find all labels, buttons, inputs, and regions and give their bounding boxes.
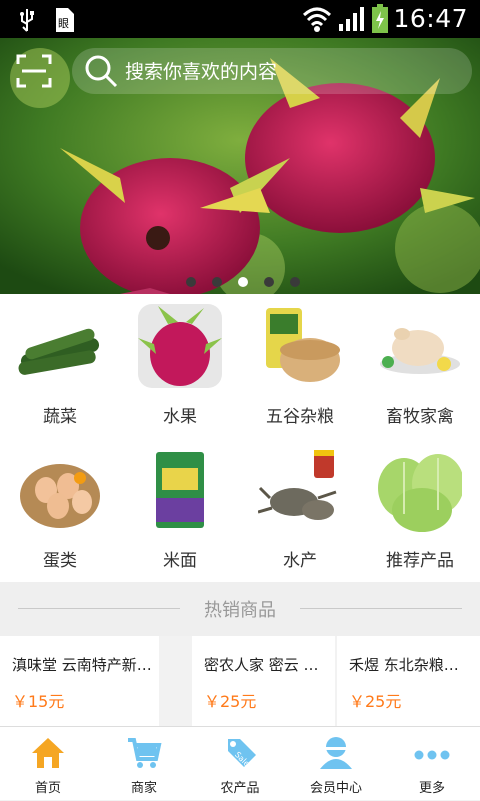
carousel-dot[interactable] — [290, 277, 300, 287]
product-price: ￥15元 — [12, 692, 65, 711]
category-recommended[interactable]: 推荐产品 — [360, 438, 480, 582]
battery-icon — [372, 4, 388, 33]
category-label: 推荐产品 — [386, 551, 454, 571]
section-title: 热销商品 — [204, 600, 276, 621]
chicken-image — [378, 304, 462, 388]
carousel-dot[interactable] — [212, 277, 222, 287]
category-vegetables[interactable]: 蔬菜 — [0, 294, 120, 438]
category-livestock[interactable]: 畜牧家禽 — [360, 294, 480, 438]
category-label: 水果 — [163, 407, 197, 427]
product-card[interactable]: 密农人家 密云 … ￥25元 — [192, 636, 335, 726]
category-rice-flour[interactable]: 米面 — [120, 438, 240, 582]
product-price: ￥25元 — [204, 692, 257, 711]
eggs-image — [18, 448, 102, 532]
grains-image — [258, 304, 342, 388]
product-name: 滇味堂 云南特产新鲜… — [12, 656, 152, 674]
svg-text:眼: 眼 — [58, 17, 69, 30]
bottom-tab-bar: 首页 商家 Sale 农产品 会员中心 更多 — [0, 726, 480, 800]
tab-products[interactable]: Sale 农产品 — [192, 727, 288, 801]
document-icon: 眼 — [56, 8, 74, 32]
sale-tag-icon: Sale — [228, 739, 256, 769]
tab-label: 更多 — [418, 781, 445, 796]
dragon-fruit-image — [138, 304, 222, 388]
tab-home[interactable]: 首页 — [0, 727, 96, 801]
more-icon — [414, 750, 450, 760]
usb-icon — [20, 9, 34, 32]
tab-more[interactable]: 更多 — [384, 727, 480, 801]
product-name: 密农人家 密云 … — [204, 656, 319, 674]
cabbage-image — [378, 448, 462, 532]
search-input[interactable]: 搜索你喜欢的内容 — [125, 57, 277, 84]
category-eggs[interactable]: 蛋类 — [0, 438, 120, 582]
search-icon[interactable] — [84, 54, 118, 88]
crab-image — [258, 448, 342, 532]
user-icon — [320, 737, 352, 769]
tab-label: 首页 — [34, 781, 61, 796]
category-label: 畜牧家禽 — [386, 407, 454, 427]
tab-label: 商家 — [130, 781, 157, 796]
status-time: 16:47 — [393, 4, 468, 33]
tab-member-center[interactable]: 会员中心 — [288, 727, 384, 801]
signal-icon — [339, 7, 364, 31]
category-aquatic[interactable]: 水产 — [240, 438, 360, 582]
carousel-dot[interactable] — [264, 277, 274, 287]
carousel-dot[interactable] — [186, 277, 196, 287]
hot-products-header: 热销商品 — [0, 582, 480, 636]
category-label: 五谷杂粮 — [266, 407, 334, 427]
category-label: 米面 — [163, 551, 197, 571]
tab-merchants[interactable]: 商家 — [96, 727, 192, 801]
category-fruit[interactable]: 水果 — [120, 294, 240, 438]
rice-bag-image — [138, 448, 222, 532]
scan-icon[interactable] — [16, 54, 52, 88]
category-grains[interactable]: 五谷杂粮 — [240, 294, 360, 438]
product-card[interactable]: 禾煜 东北杂粮… ￥25元 — [337, 636, 480, 726]
category-grid: 蔬菜 水果 五谷杂粮 畜牧家禽 蛋类 米面 水产 推荐产品 — [0, 294, 480, 582]
cart-icon — [128, 738, 162, 768]
category-label: 水产 — [283, 551, 317, 571]
product-name: 禾煜 东北杂粮… — [349, 656, 459, 674]
product-price: ￥25元 — [349, 692, 402, 711]
tab-label: 农产品 — [220, 781, 260, 796]
cucumber-image — [18, 304, 102, 388]
category-label: 蛋类 — [43, 551, 77, 571]
home-icon — [32, 738, 64, 768]
product-card[interactable]: 滇味堂 云南特产新鲜… ￥15元 — [0, 636, 159, 726]
carousel-dot-active[interactable] — [238, 277, 248, 287]
wifi-icon — [302, 7, 332, 32]
tab-label: 会员中心 — [309, 781, 362, 796]
category-label: 蔬菜 — [43, 407, 77, 427]
status-bar: 眼 16:47 — [0, 0, 480, 38]
